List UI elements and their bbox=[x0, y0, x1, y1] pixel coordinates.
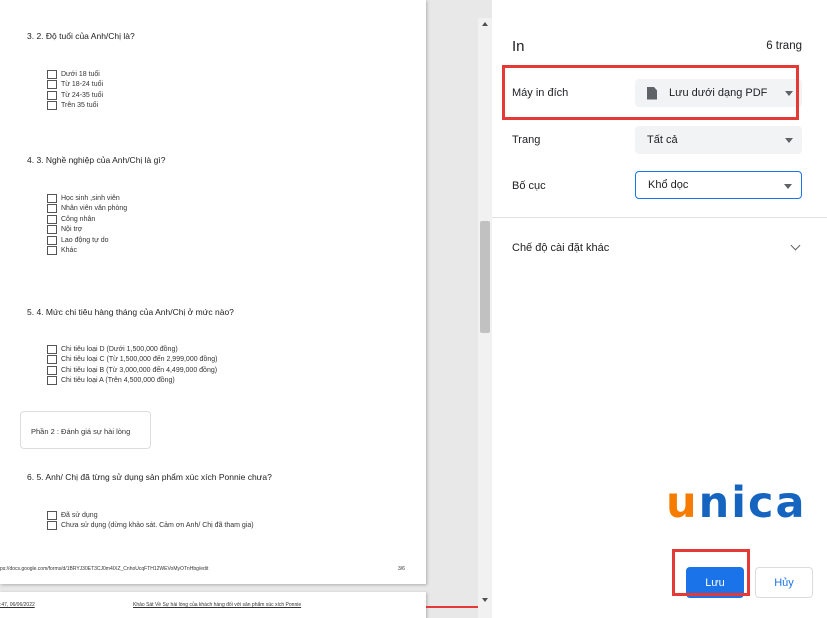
option-label: Chi tiêu loại B (Từ 3,000,000 đến 4,499,… bbox=[61, 366, 218, 374]
dropdown-arrow-icon bbox=[784, 184, 792, 189]
option-item: Học sinh ,sinh viên bbox=[47, 193, 127, 204]
unica-logo: unica bbox=[666, 478, 807, 528]
dropdown-arrow-icon bbox=[785, 138, 793, 143]
checkbox-icon bbox=[47, 344, 57, 354]
destination-label: Máy in đích bbox=[512, 87, 569, 99]
option-item: Chi tiêu loại A (Trên 4,500,000 đồng) bbox=[47, 376, 217, 387]
option-list: Dưới 18 tuổi Từ 18-24 tuổi Từ 24-35 tuổi Tr… bbox=[47, 69, 103, 111]
page-footer-number: 3/6 bbox=[398, 566, 405, 572]
save-button[interactable]: Lưu bbox=[686, 567, 744, 598]
checkbox-icon bbox=[47, 225, 57, 235]
page-count: 6 trang bbox=[766, 40, 802, 52]
option-label: Dưới 18 tuổi bbox=[61, 70, 100, 78]
checkbox-icon bbox=[47, 376, 57, 386]
option-list: Học sinh ,sinh viên Nhân viên văn phòng Cô… bbox=[47, 193, 127, 256]
question-title: 5. 4. Mức chi tiêu hàng tháng của Anh/Ch… bbox=[27, 307, 234, 317]
question-title: 6. 5. Anh/ Chị đã từng sử dụng sản phẩm … bbox=[27, 472, 272, 482]
option-item: Chưa sử dụng (dừng khảo sát. Cảm ơn Anh/… bbox=[47, 521, 254, 532]
preview-next-page: :47, 06/06/2022 Khảo Sát Về Sự hài lòng … bbox=[0, 592, 426, 618]
more-settings-toggle[interactable]: Chế độ cài đặt khác bbox=[512, 242, 609, 254]
question-title: 3. 2. Độ tuổi của Anh/Chị là? bbox=[27, 31, 135, 41]
checkbox-icon bbox=[47, 355, 57, 365]
checkbox-icon bbox=[47, 365, 57, 375]
option-label: Trên 35 tuổi bbox=[61, 102, 99, 110]
layout-value: Khổ dọc bbox=[648, 179, 689, 191]
page-header-date: :47, 06/06/2022 bbox=[0, 602, 35, 608]
print-settings-panel: In 6 trang Máy in đích Lưu dưới dạng PDF… bbox=[492, 18, 827, 618]
layout-select[interactable]: Khổ dọc bbox=[635, 171, 802, 199]
checkbox-icon bbox=[47, 193, 57, 203]
destination-select[interactable]: Lưu dưới dạng PDF bbox=[635, 79, 802, 107]
destination-value: Lưu dưới dạng PDF bbox=[669, 87, 768, 99]
option-label: Chưa sử dụng (dừng khảo sát. Cảm ơn Anh/… bbox=[61, 522, 254, 530]
option-item: Dưới 18 tuổi bbox=[47, 69, 103, 80]
pages-value: Tất cả bbox=[647, 134, 678, 146]
page-footer-url: ps://docs.google.com/forms/d/1BRYJ30ET3C… bbox=[0, 566, 209, 572]
print-preview: 3. 2. Độ tuổi của Anh/Chị là? Dưới 18 tuổ… bbox=[0, 0, 492, 618]
checkbox-icon bbox=[47, 80, 57, 90]
option-label: Học sinh ,sinh viên bbox=[61, 194, 120, 202]
cancel-button[interactable]: Hủy bbox=[755, 567, 813, 598]
checkbox-icon bbox=[47, 214, 57, 224]
option-list: Đã sử dụng Chưa sử dụng (dừng khảo sát. C… bbox=[47, 510, 254, 531]
option-label: Chi tiêu loại C (Từ 1,500,000 đến 2,999,… bbox=[61, 356, 218, 364]
option-item: Nhân viên văn phòng bbox=[47, 204, 127, 215]
option-label: Từ 18-24 tuổi bbox=[61, 81, 104, 89]
option-label: Chi tiêu loại A (Trên 4,500,000 đồng) bbox=[61, 377, 175, 385]
checkbox-icon bbox=[47, 521, 57, 531]
option-list: Chi tiêu loại D (Dưới 1,500,000 đồng) Chi… bbox=[47, 344, 217, 386]
option-label: Khác bbox=[61, 247, 77, 255]
option-item: Nội trợ bbox=[47, 225, 127, 236]
checkbox-icon bbox=[47, 101, 57, 111]
dropdown-arrow-icon bbox=[785, 91, 793, 96]
option-item: Chi tiêu loại C (Từ 1,500,000 đến 2,999,… bbox=[47, 355, 217, 366]
checkbox-icon bbox=[47, 204, 57, 214]
checkbox-icon bbox=[47, 246, 57, 256]
option-label: Chi tiêu loại D (Dưới 1,500,000 đồng) bbox=[61, 345, 178, 353]
chevron-down-icon[interactable] bbox=[790, 240, 801, 251]
option-label: Đã sử dụng bbox=[61, 511, 98, 519]
preview-page: 3. 2. Độ tuổi của Anh/Chị là? Dưới 18 tuổ… bbox=[0, 0, 426, 584]
checkbox-icon bbox=[47, 69, 57, 79]
option-label: Nhân viên văn phòng bbox=[61, 205, 128, 213]
option-item: Chi tiêu loại D (Dưới 1,500,000 đồng) bbox=[47, 344, 217, 355]
section-box: Phần 2 : Đánh giá sự hài lòng bbox=[20, 411, 151, 449]
option-item: Lao động tự do bbox=[47, 235, 127, 246]
option-item: Trên 35 tuổi bbox=[47, 101, 103, 112]
pages-label: Trang bbox=[512, 134, 541, 146]
option-item: Từ 24-35 tuổi bbox=[47, 90, 103, 101]
scroll-up-arrow-icon[interactable] bbox=[482, 22, 488, 26]
question-title: 4. 3. Nghề nghiệp của Anh/Chị là gì? bbox=[27, 155, 166, 165]
divider bbox=[492, 217, 827, 218]
checkbox-icon bbox=[47, 235, 57, 245]
option-label: Nội trợ bbox=[61, 226, 83, 234]
option-item: Từ 18-24 tuổi bbox=[47, 80, 103, 91]
scroll-thumb[interactable] bbox=[480, 221, 490, 333]
page-header-title: Khảo Sát Về Sự hài lòng của khách hàng đ… bbox=[133, 602, 302, 608]
panel-title: In bbox=[512, 38, 525, 55]
document-icon bbox=[647, 86, 657, 100]
checkbox-icon bbox=[47, 90, 57, 100]
option-item: Khác bbox=[47, 246, 127, 257]
pages-select[interactable]: Tất cả bbox=[635, 126, 802, 154]
option-label: Từ 24-35 tuổi bbox=[61, 91, 104, 99]
option-item: Đã sử dụng bbox=[47, 510, 254, 521]
option-label: Công nhân bbox=[61, 215, 96, 223]
option-item: Chi tiêu loại B (Từ 3,000,000 đến 4,499,… bbox=[47, 365, 217, 376]
option-item: Công nhân bbox=[47, 214, 127, 225]
preview-scrollbar[interactable] bbox=[478, 18, 492, 618]
layout-label: Bố cục bbox=[512, 180, 546, 192]
option-label: Lao động tự do bbox=[61, 236, 109, 244]
scroll-down-arrow-icon[interactable] bbox=[482, 598, 488, 602]
checkbox-icon bbox=[47, 510, 57, 520]
